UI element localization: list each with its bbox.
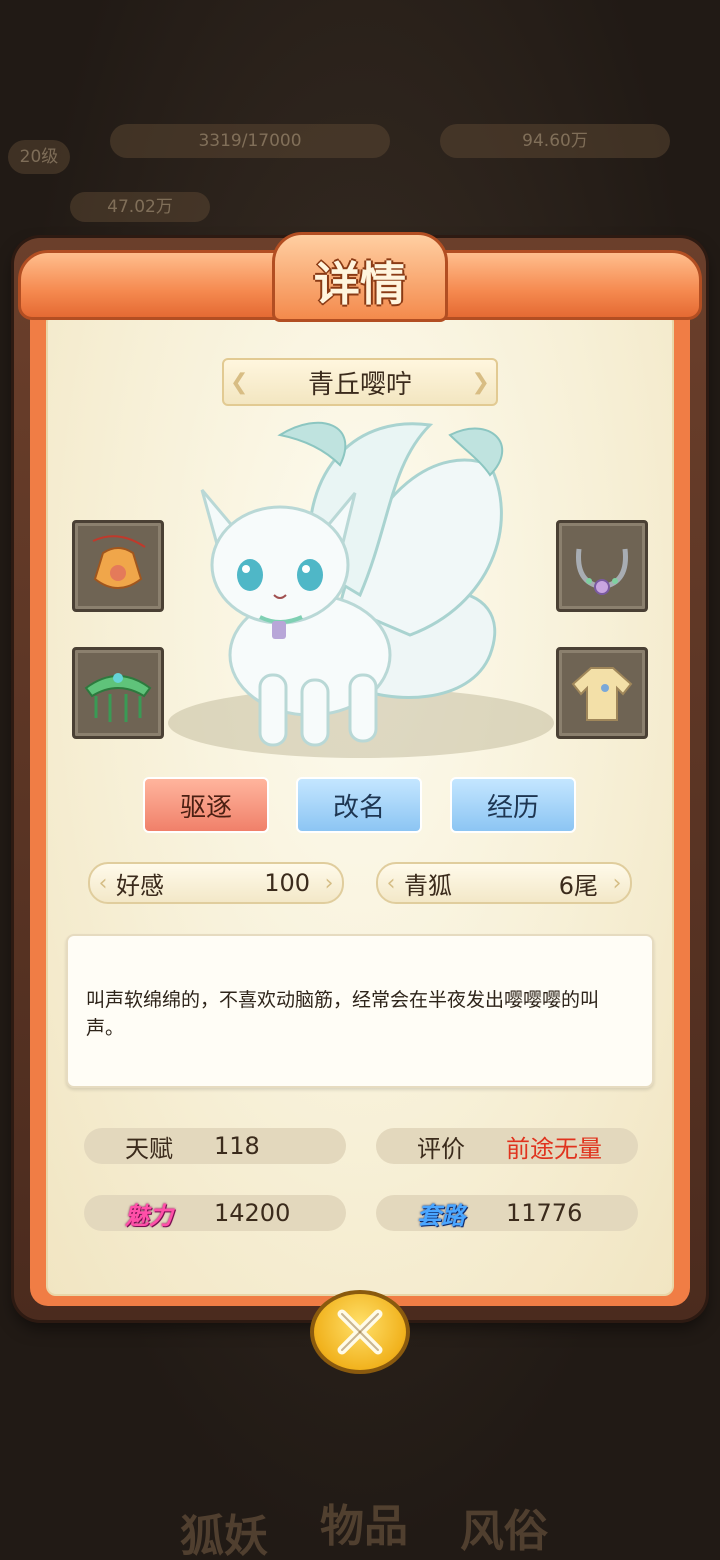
tactics-badge: 套路 (417, 1201, 465, 1230)
bg-level-badge: 20级 (8, 140, 70, 174)
bg-nav-label: 物品 (320, 1501, 408, 1552)
charm-stat: 魅力 14200 (84, 1195, 346, 1231)
fox-pet-image (200, 421, 504, 747)
rating-stat: 评价 前途无量 (376, 1128, 638, 1164)
history-button[interactable]: 经历 (450, 777, 576, 833)
close-icon (337, 1309, 383, 1355)
right-chevron-icon: › (612, 870, 622, 896)
dialog-title: 详情 (314, 257, 406, 311)
affinity-label: 好感 (116, 871, 164, 900)
rating-value: 前途无量 (506, 1134, 602, 1163)
bg-nav-label: 风俗 (460, 1506, 548, 1557)
left-chevron-icon: ❮ (230, 369, 249, 395)
talent-value: 118 (214, 1132, 260, 1160)
bg-nav-label: 狐妖 (180, 1511, 268, 1560)
species-plate: ‹ 青狐 6尾 › (376, 862, 632, 904)
pet-description: 叫声软绵绵的，不喜欢动脑筋，经常会在半夜发出嘤嘤嘤的叫声。 (66, 934, 654, 1088)
left-chevron-icon: ‹ (98, 870, 108, 896)
talent-label: 天赋 (125, 1134, 173, 1163)
tactics-value: 11776 (506, 1199, 583, 1227)
headdress-icon (84, 673, 152, 722)
expel-button[interactable]: 驱逐 (143, 777, 269, 833)
species-label: 青狐 (404, 871, 452, 900)
right-chevron-icon: ❯ (471, 369, 490, 395)
bg-progress-bar: 3319/17000 (110, 124, 390, 158)
left-chevron-icon: ‹ (386, 870, 396, 896)
equip-slot-pouch[interactable] (72, 520, 164, 612)
rating-label: 评价 (417, 1134, 465, 1163)
equip-slot-robe[interactable] (556, 647, 648, 739)
tactics-stat: 套路 11776 (376, 1195, 638, 1231)
affinity-value: 100 (264, 869, 310, 897)
tail-count: 6尾 (558, 871, 598, 900)
equip-slot-necklace[interactable] (556, 520, 648, 612)
pet-name-plate: ❮ 青丘嘤咛 ❯ (222, 358, 498, 406)
affinity-plate: ‹ 好感 100 › (88, 862, 344, 904)
pet-name: 青丘嘤咛 (307, 369, 412, 400)
bg-charm-total: 47.02万 (70, 192, 210, 222)
talent-stat: 天赋 118 (84, 1128, 346, 1164)
necklace-icon (575, 548, 629, 595)
right-chevron-icon: › (324, 870, 334, 896)
equip-slot-headdress[interactable] (72, 647, 164, 739)
rename-button[interactable]: 改名 (296, 777, 422, 833)
charm-badge: 魅力 (125, 1201, 173, 1230)
pouch-icon (92, 535, 146, 589)
charm-value: 14200 (214, 1199, 291, 1227)
robe-icon (571, 667, 633, 721)
bg-resource-bar: 94.60万 (440, 124, 670, 158)
close-button[interactable] (310, 1290, 410, 1374)
